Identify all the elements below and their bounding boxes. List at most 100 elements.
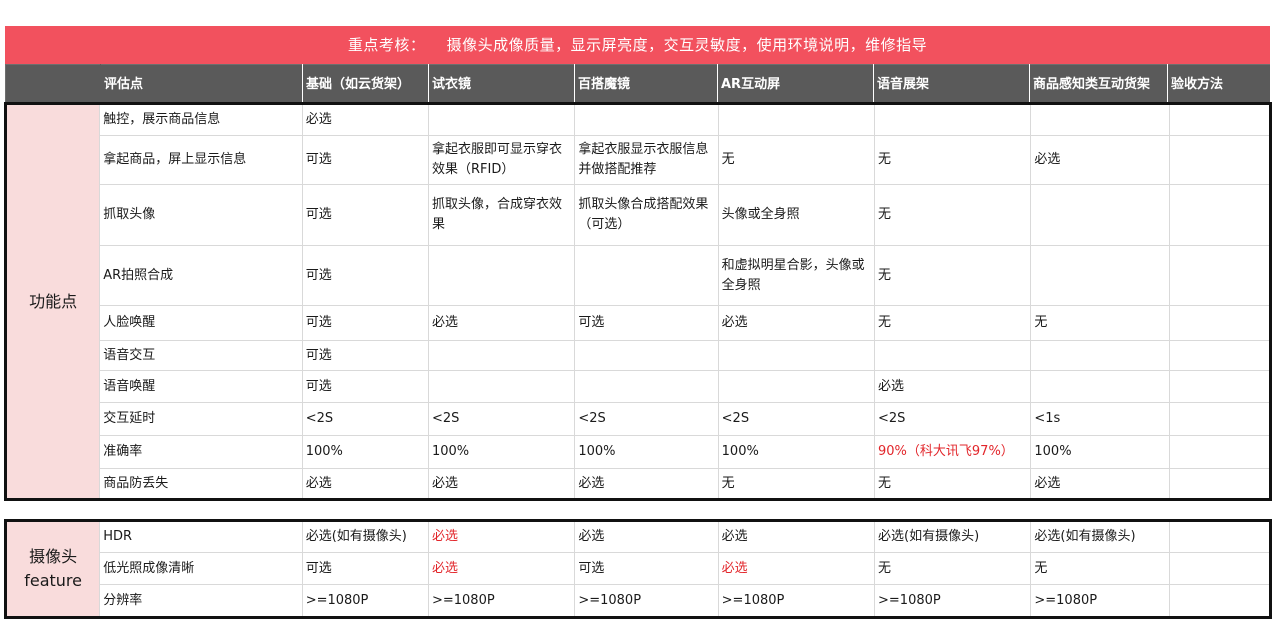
table-row: 低光照成像清晰 可选 必选 可选 必选 无 无 <box>6 552 1272 585</box>
table-cell: >=1080P <box>427 584 576 618</box>
table-cell <box>1168 305 1272 341</box>
table-cell <box>574 370 719 403</box>
table-row: 语音交互 可选 <box>6 340 1272 371</box>
table-cell: <2S <box>427 402 576 436</box>
table-cell: 无 <box>1030 305 1170 341</box>
table-cell <box>1168 103 1272 136</box>
column-header-row: 评估点 基础（如云货架） 试衣镜 百搭魔镜 AR互动屏 语音展架 商品感知类互动… <box>5 64 1271 105</box>
table-cell <box>574 103 719 136</box>
table-cell: 无 <box>717 468 876 500</box>
row-label: 语音交互 <box>99 340 303 371</box>
table-row: 拿起商品，屏上显示信息 可选 拿起衣服即可显示穿衣效果（RFID） 拿起衣服显示… <box>6 135 1272 185</box>
table-cell: 100% <box>427 435 576 469</box>
table-cell: >=1080P <box>717 584 876 618</box>
table-cell: 可选 <box>574 305 719 341</box>
table-cell <box>574 245 719 306</box>
table-cell: <2S <box>574 402 719 436</box>
camera-feature-table: 摄像头 feature HDR 必选(如有摄像头) 必选 必选 必选 必选(如有… <box>4 519 1272 619</box>
table-cell: 必选 <box>574 520 719 553</box>
table-cell: 无 <box>1030 552 1170 585</box>
table-cell: 可选 <box>301 245 429 306</box>
banner-lead: 重点考核： <box>347 36 426 54</box>
row-label: 语音唤醒 <box>99 370 303 403</box>
table-cell: 无 <box>874 135 1032 185</box>
table-cell: 100% <box>301 435 429 469</box>
table-cell: 必选 <box>301 103 429 136</box>
header-cell-acceptance: 验收方法 <box>1167 64 1271 105</box>
table-cell: 拿起衣服即可显示穿衣效果（RFID） <box>427 135 576 185</box>
table-cell <box>874 340 1032 371</box>
table-cell <box>717 370 876 403</box>
table-row: 准确率 100% 100% 100% 100% 90%（科大讯飞97%） 100… <box>6 435 1272 469</box>
table-cell: 必选 <box>574 468 719 500</box>
row-label: 触控，展示商品信息 <box>99 103 303 136</box>
table-cell <box>1168 468 1272 500</box>
table-cell: 可选 <box>301 305 429 341</box>
table-cell <box>1030 370 1170 403</box>
table-cell-highlight: 必选 <box>427 552 576 585</box>
table-cell: 必选 <box>717 305 876 341</box>
table-cell: 可选 <box>301 340 429 371</box>
table-cell <box>427 103 576 136</box>
table-cell <box>717 103 876 136</box>
table-cell <box>1168 245 1272 306</box>
table-cell <box>427 340 576 371</box>
table-cell-highlight: 90%（科大讯飞97%） <box>874 435 1032 469</box>
table-cell: 100% <box>1030 435 1170 469</box>
table-cell <box>1168 435 1272 469</box>
feature-table: 功能点 触控，展示商品信息 必选 拿起商品，屏上显示信息 可选 拿起衣服即可显示… <box>4 102 1272 501</box>
row-label: 交互延时 <box>99 402 303 436</box>
table-row: 语音唤醒 可选 必选 <box>6 370 1272 403</box>
header-cell-voice-stand: 语音展架 <box>873 64 1030 105</box>
table-cell <box>1030 184 1170 246</box>
table-cell <box>1168 402 1272 436</box>
table-cell <box>1030 245 1170 306</box>
table-row: 功能点 触控，展示商品信息 必选 <box>4 103 1272 500</box>
row-label: 抓取头像 <box>99 184 303 246</box>
table-cell: 头像或全身照 <box>717 184 876 246</box>
table-cell <box>574 340 719 371</box>
table-row: 抓取头像 可选 抓取头像，合成穿衣效果 抓取头像合成搭配效果（可选） 头像或全身… <box>6 184 1272 246</box>
table-row: 人脸唤醒 可选 必选 可选 必选 无 无 <box>6 305 1272 341</box>
table-cell: >=1080P <box>874 584 1032 618</box>
header-cell-basic: 基础（如云货架） <box>302 64 429 105</box>
table-cell: 可选 <box>301 370 429 403</box>
table-cell: >=1080P <box>1030 584 1170 618</box>
table-cell: 拿起衣服显示衣服信息并做搭配推荐 <box>574 135 719 185</box>
header-cell-fitting-mirror: 试衣镜 <box>428 64 575 105</box>
row-label: 拿起商品，屏上显示信息 <box>99 135 303 185</box>
table-cell: 无 <box>874 184 1032 246</box>
table-cell: 必选(如有摄像头) <box>874 520 1032 553</box>
table-cell <box>1168 584 1272 618</box>
table-cell <box>427 370 576 403</box>
table-cell: 无 <box>874 468 1032 500</box>
table-cell: 必选 <box>427 305 576 341</box>
table-cell-highlight: 必选 <box>717 552 876 585</box>
table-cell: 无 <box>717 135 876 185</box>
table-cell <box>1168 340 1272 371</box>
table-cell: 无 <box>874 245 1032 306</box>
group-label-features: 功能点 <box>4 103 101 500</box>
table-cell: 无 <box>874 305 1032 341</box>
table-cell: 可选 <box>301 552 429 585</box>
table-cell <box>1030 340 1170 371</box>
table-row: 摄像头 feature HDR 必选(如有摄像头) 必选 必选 必选 必选(如有… <box>4 520 1272 618</box>
table-cell: 必选 <box>874 370 1032 403</box>
header-cell-ar-screen: AR互动屏 <box>717 64 874 105</box>
table-cell: 可选 <box>301 135 429 185</box>
row-label: HDR <box>99 520 303 553</box>
banner-text: 摄像头成像质量，显示屏亮度，交互灵敏度，使用环境说明，维修指导 <box>446 36 928 54</box>
table-cell: 无 <box>874 552 1032 585</box>
table-cell: >=1080P <box>301 584 429 618</box>
table-cell <box>1168 552 1272 585</box>
table-row: 商品防丢失 必选 必选 必选 无 无 必选 <box>6 468 1272 500</box>
group-label-camera: 摄像头 feature <box>4 520 101 618</box>
group-label-camera-line1: 摄像头 <box>29 547 78 566</box>
table-cell: 必选(如有摄像头) <box>1030 520 1170 553</box>
table-cell: <2S <box>301 402 429 436</box>
title-banner: 重点考核： 摄像头成像质量，显示屏亮度，交互灵敏度，使用环境说明，维修指导 <box>5 26 1270 64</box>
table-cell: 可选 <box>574 552 719 585</box>
table-cell: 必选 <box>1030 468 1170 500</box>
table-cell: <2S <box>874 402 1032 436</box>
table-cell: 抓取头像，合成穿衣效果 <box>427 184 576 246</box>
